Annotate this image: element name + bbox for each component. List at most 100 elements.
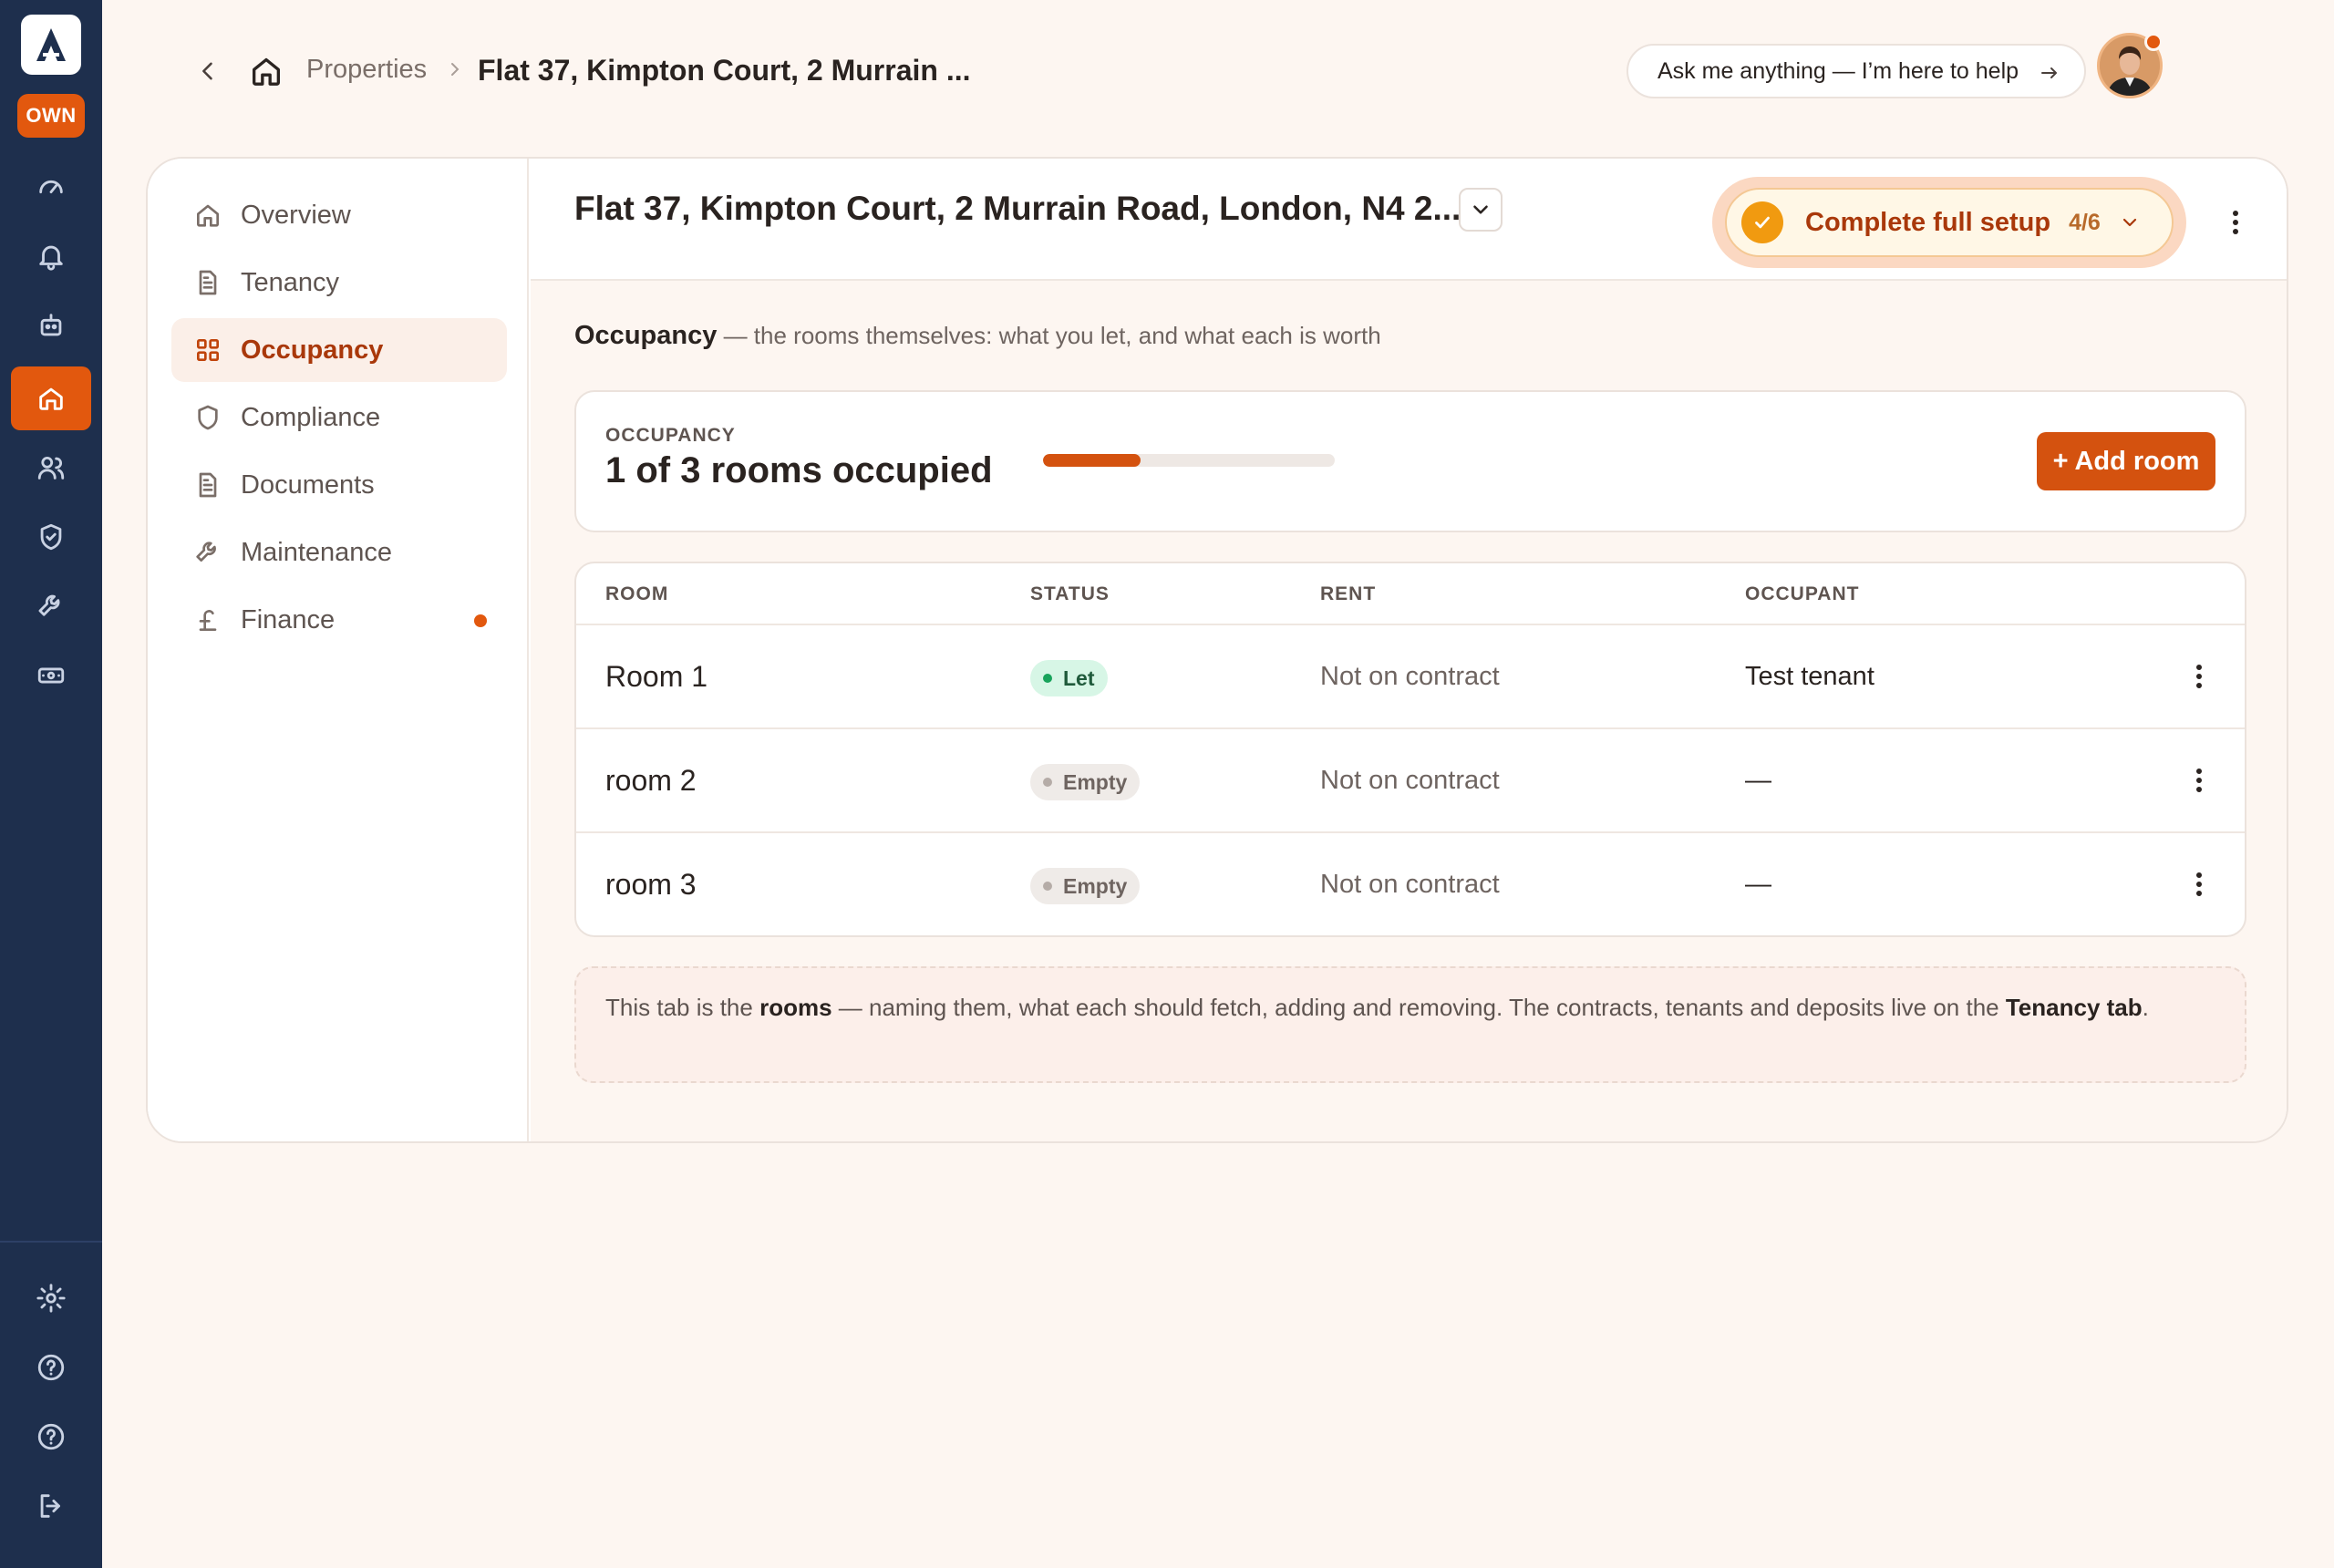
finance-alert-dot <box>474 614 487 627</box>
section-title: Occupancy <box>574 321 718 350</box>
note-text: . <box>2142 994 2149 1021</box>
subnav-item-maintenance[interactable]: Maintenance <box>171 521 507 584</box>
rail-properties-button[interactable] <box>11 366 91 430</box>
chevron-left-icon <box>202 62 212 80</box>
occupancy-summary-card: OCCUPANCY 1 of 3 rooms occupied + Add ro… <box>574 390 2246 532</box>
status-dot <box>1043 778 1052 787</box>
chevron-down-icon <box>2122 218 2136 227</box>
rail-support-button[interactable] <box>11 1405 91 1469</box>
grid-icon <box>193 335 222 365</box>
rail-notifications-button[interactable] <box>11 224 91 288</box>
status-badge: Empty <box>1030 764 1141 800</box>
status-label: Empty <box>1063 873 1128 898</box>
subnav-item-overview[interactable]: Overview <box>171 183 507 247</box>
property-subnav: Overview Tenancy Occupancy Compliance Do… <box>148 159 529 1141</box>
more-vertical-icon <box>2196 665 2202 688</box>
gear-icon <box>36 1284 66 1313</box>
status-badge: Let <box>1030 660 1108 696</box>
subnav-item-tenancy[interactable]: Tenancy <box>171 251 507 315</box>
room-name: room 3 <box>605 868 697 901</box>
occupancy-summary: 1 of 3 rooms occupied <box>605 450 993 490</box>
ask-assistant-label: Ask me anything — I’m here to help <box>1658 57 2019 84</box>
room-rent: Not on contract <box>1320 870 1500 899</box>
setup-label: Complete full setup <box>1805 207 2051 237</box>
status-dot <box>1043 674 1052 683</box>
gauge-icon <box>39 180 63 194</box>
property-more-button[interactable] <box>2219 204 2252 241</box>
table-row[interactable]: room 3 Empty Not on contract — <box>576 833 2245 935</box>
row-more-button[interactable] <box>2183 866 2215 903</box>
rail-assistant-button[interactable] <box>11 294 91 357</box>
subnav-label: Tenancy <box>241 267 340 297</box>
add-room-button[interactable]: + Add room <box>2037 432 2215 490</box>
note-tenancy-link[interactable]: Tenancy tab <box>2006 994 2143 1021</box>
breadcrumb-current: Flat 37, Kimpton Court, 2 Murrain ... <box>478 54 971 87</box>
row-more-button[interactable] <box>2183 762 2215 799</box>
rail-compliance-button[interactable] <box>11 505 91 569</box>
own-badge: OWN <box>17 94 85 138</box>
room-rent: Not on contract <box>1320 766 1500 795</box>
occupancy-eyebrow: OCCUPANCY <box>605 425 736 446</box>
rail-logout-button[interactable] <box>11 1474 91 1538</box>
table-row[interactable]: room 2 Empty Not on contract — <box>576 729 2245 833</box>
breadcrumb-properties[interactable]: Properties <box>306 55 427 85</box>
column-header-rent: RENT <box>1320 583 1377 604</box>
property-header: Flat 37, Kimpton Court, 2 Murrain Road, … <box>531 159 2287 281</box>
room-rent: Not on contract <box>1320 662 1500 691</box>
room-occupant: Test tenant <box>1745 662 1874 691</box>
ask-assistant-button[interactable]: Ask me anything — I’m here to help <box>1627 44 2086 98</box>
app-logo-icon[interactable] <box>21 15 81 75</box>
breadcrumb-home[interactable] <box>246 51 286 91</box>
subnav-item-occupancy[interactable]: Occupancy <box>171 318 507 382</box>
help-circle-icon <box>37 1354 65 1381</box>
rail-help-button[interactable] <box>11 1336 91 1399</box>
rooms-info-note: This tab is the rooms — naming them, wha… <box>574 966 2246 1083</box>
subnav-item-finance[interactable]: Finance <box>171 588 507 652</box>
property-switcher-button[interactable] <box>1459 188 1503 232</box>
avatar-status-dot <box>2144 33 2163 51</box>
property-title: Flat 37, Kimpton Court, 2 Murrain Road, … <box>574 190 1461 227</box>
subnav-label: Documents <box>241 469 375 500</box>
robot-icon <box>40 314 62 336</box>
status-label: Let <box>1063 665 1095 690</box>
rail-dashboard-button[interactable] <box>11 155 91 219</box>
setup-progress: 4/6 <box>2069 209 2101 235</box>
home-icon <box>39 387 63 410</box>
chevron-right-icon <box>451 63 460 76</box>
subnav-item-compliance[interactable]: Compliance <box>171 386 507 449</box>
subnav-label: Compliance <box>241 402 381 432</box>
room-name: Room 1 <box>605 660 708 693</box>
complete-setup-button[interactable]: Complete full setup 4/6 <box>1725 188 2174 257</box>
rail-settings-button[interactable] <box>11 1266 91 1330</box>
back-button[interactable] <box>190 53 226 89</box>
rail-divider <box>0 1241 102 1243</box>
bell-icon <box>39 245 63 271</box>
more-vertical-icon <box>2233 211 2238 234</box>
money-icon <box>37 667 65 684</box>
home-icon <box>253 57 280 86</box>
note-text: This tab is the <box>605 994 760 1021</box>
column-header-occupant: OCCUPANT <box>1745 583 1860 604</box>
app-rail: OWN <box>0 0 102 1568</box>
rail-tenants-button[interactable] <box>11 436 91 500</box>
document-icon <box>193 470 222 500</box>
subnav-label: Maintenance <box>241 537 393 567</box>
section-intro: Occupancy — the rooms themselves: what y… <box>574 321 1381 351</box>
help-circle-icon <box>37 1423 65 1450</box>
shield-check-icon <box>40 523 62 551</box>
wrench-icon <box>38 594 60 616</box>
room-occupant: — <box>1745 870 1771 899</box>
more-vertical-icon <box>2196 872 2202 896</box>
more-vertical-icon <box>2196 769 2202 792</box>
subnav-item-documents[interactable]: Documents <box>171 453 507 517</box>
room-occupant: — <box>1745 766 1771 795</box>
document-icon <box>193 268 222 297</box>
note-text: — naming them, what each should fetch, a… <box>831 994 2006 1021</box>
rail-maintenance-button[interactable] <box>11 574 91 638</box>
rail-finance-button[interactable] <box>11 644 91 707</box>
check-icon <box>1741 201 1783 243</box>
property-card: Overview Tenancy Occupancy Compliance Do… <box>146 157 2288 1143</box>
row-more-button[interactable] <box>2183 658 2215 695</box>
occupancy-progress-fill <box>1043 454 1141 467</box>
table-row[interactable]: Room 1 Let Not on contract Test tenant <box>576 625 2245 729</box>
